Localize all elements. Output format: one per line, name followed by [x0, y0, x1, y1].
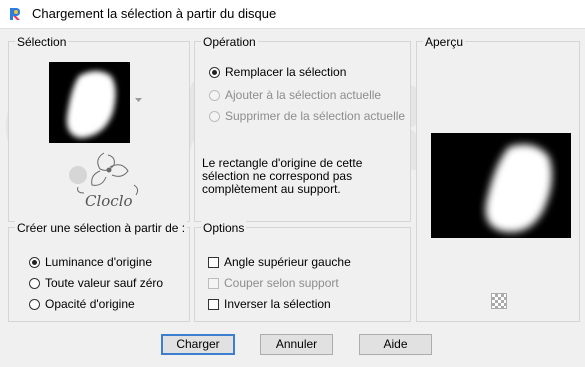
create-from-group: Créer une sélection à partir de : Lumina… [8, 221, 190, 322]
app-icon [10, 8, 20, 20]
radio-label: Ajouter à la sélection actuelle [225, 88, 382, 102]
mismatch-message: Le rectangle d'origine de cette sélectio… [202, 157, 362, 196]
radio-label: Supprimer de la sélection actuelle [225, 109, 406, 123]
transparency-toggle-button[interactable] [491, 293, 507, 309]
help-button[interactable]: Aide [359, 334, 432, 355]
radio-replace-selection[interactable]: Remplacer la sélection [209, 64, 346, 80]
checkbox[interactable] [208, 277, 219, 289]
message-line: complètement au support. [202, 182, 341, 196]
preview-image [431, 133, 571, 238]
radio-label: Opacité d'origine [45, 297, 135, 311]
load-button[interactable]: Charger [161, 334, 235, 355]
operation-group: Opération Remplacer la sélection Ajouter… [194, 35, 411, 222]
radio-button[interactable] [29, 256, 40, 268]
radio-button[interactable] [29, 298, 40, 310]
thumbnail-dropdown-icon[interactable] [135, 98, 142, 103]
radio-source-opacity[interactable]: Opacité d'origine [29, 296, 135, 312]
options-group-title: Options [201, 221, 247, 235]
radio-label: Luminance d'origine [45, 255, 153, 269]
radio-add-selection[interactable]: Ajouter à la sélection actuelle [209, 87, 381, 103]
selection-thumbnail[interactable] [49, 62, 130, 143]
radio-subtract-selection[interactable]: Supprimer de la sélection actuelle [209, 108, 405, 124]
radio-label: Toute valeur sauf zéro [45, 276, 164, 290]
logo-text: Cloclo [85, 192, 133, 210]
window-title: Chargement la sélection à partir du disq… [32, 6, 277, 21]
operation-group-title: Opération [201, 35, 258, 49]
radio-any-non-zero[interactable]: Toute valeur sauf zéro [29, 275, 163, 291]
title-bar: Chargement la sélection à partir du disq… [0, 0, 585, 29]
preview-shape [485, 144, 552, 233]
checkbox-clip-to-canvas[interactable]: Couper selon support [208, 275, 339, 291]
checkbox-label: Inverser la sélection [224, 297, 331, 311]
radio-source-luminance[interactable]: Luminance d'origine [29, 254, 152, 270]
create-from-group-title: Créer une sélection à partir de : [15, 221, 188, 235]
selection-thumbnail-shape [66, 71, 116, 138]
checkbox-invert-selection[interactable]: Inverser la sélection [208, 296, 331, 312]
radio-button[interactable] [209, 110, 220, 122]
selection-group-title: Sélection [15, 35, 69, 49]
checkbox[interactable] [208, 256, 219, 268]
preview-group-title: Aperçu [423, 35, 466, 49]
radio-button[interactable] [209, 89, 220, 101]
radio-label: Remplacer la sélection [225, 65, 347, 79]
checkbox-top-left-corner[interactable]: Angle supérieur gauche [208, 254, 351, 270]
preview-group: Aperçu [416, 35, 580, 322]
selection-group: Sélection Cloclo [8, 35, 190, 222]
cancel-button[interactable]: Annuler [260, 334, 333, 355]
checkbox[interactable] [208, 298, 219, 310]
checkbox-label: Angle supérieur gauche [224, 255, 351, 269]
radio-button[interactable] [209, 66, 220, 78]
options-group: Options Angle supérieur gauche Couper se… [194, 221, 411, 322]
radio-button[interactable] [29, 277, 40, 289]
checkbox-label: Couper selon support [224, 276, 339, 290]
